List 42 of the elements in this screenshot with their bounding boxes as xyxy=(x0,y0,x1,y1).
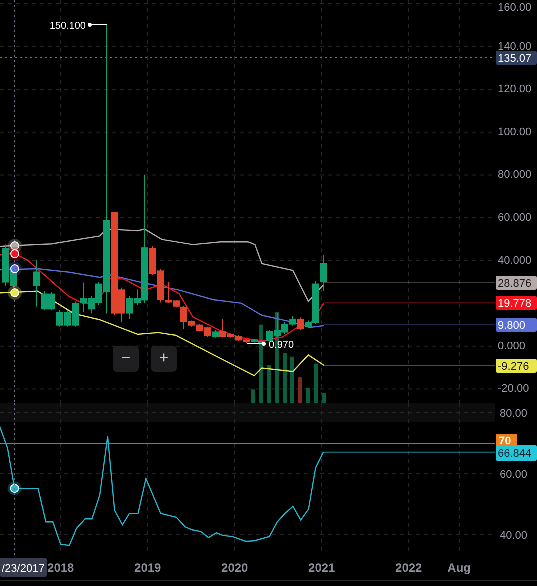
low-price-label: 0.970 xyxy=(269,340,294,351)
volume-bar xyxy=(322,393,326,403)
price-axis-label: 120.00 xyxy=(498,84,532,96)
rsi-axis-label: 40.00 xyxy=(500,530,528,542)
volume-bar xyxy=(314,364,318,403)
cursor-date-label: /23/2017 xyxy=(0,558,47,577)
volume-bar xyxy=(283,353,287,403)
volume-bar xyxy=(306,388,310,403)
price-axis-label: -20.00 xyxy=(498,383,530,396)
time-axis-label: 2018 xyxy=(48,561,74,575)
time-axis-label: 2019 xyxy=(134,561,162,575)
time-axis-label: Aug xyxy=(448,561,471,575)
volume-bar xyxy=(251,390,255,403)
price-badge: 19.778 xyxy=(496,296,537,310)
price-axis-label: 160.00 xyxy=(498,2,532,14)
price-axis-label: 60.000 xyxy=(498,212,532,224)
price-axis-label: 100.00 xyxy=(498,126,532,138)
price-badge: 28.876 xyxy=(496,276,537,290)
time-axis-label: 2021 xyxy=(308,561,336,575)
price-axis-label: 0.000 xyxy=(498,340,526,352)
rsi-badge: 66.844 xyxy=(496,445,537,462)
rsi-axis-label: 80.00 xyxy=(500,408,528,420)
zoom-in-button[interactable]: + xyxy=(151,346,177,372)
volume-bar xyxy=(298,378,302,403)
level-badge: 70 xyxy=(496,434,517,448)
rsi-axis-label: 60.00 xyxy=(500,468,528,481)
price-axis-label: 40.000 xyxy=(498,254,532,267)
price-badge: -9.276 xyxy=(496,359,537,373)
high-price-label: 150.100 xyxy=(50,21,86,32)
price-badge: 9.800 xyxy=(496,318,537,332)
volume-bar xyxy=(290,356,294,403)
zoom-out-button[interactable]: − xyxy=(113,346,139,372)
price-badge: 135.07 xyxy=(496,51,537,65)
price-axis-label: 140.00 xyxy=(498,40,532,53)
volume-bar xyxy=(267,366,271,403)
time-axis-label: 2020 xyxy=(222,561,248,575)
time-axis-label: 2022 xyxy=(396,561,422,575)
leader-line xyxy=(88,23,108,27)
price-axis-label: 80.000 xyxy=(498,169,532,182)
leader-line xyxy=(246,342,266,346)
crosshair-marker-icon xyxy=(8,239,22,300)
crosshair-marker-icon xyxy=(8,482,22,496)
